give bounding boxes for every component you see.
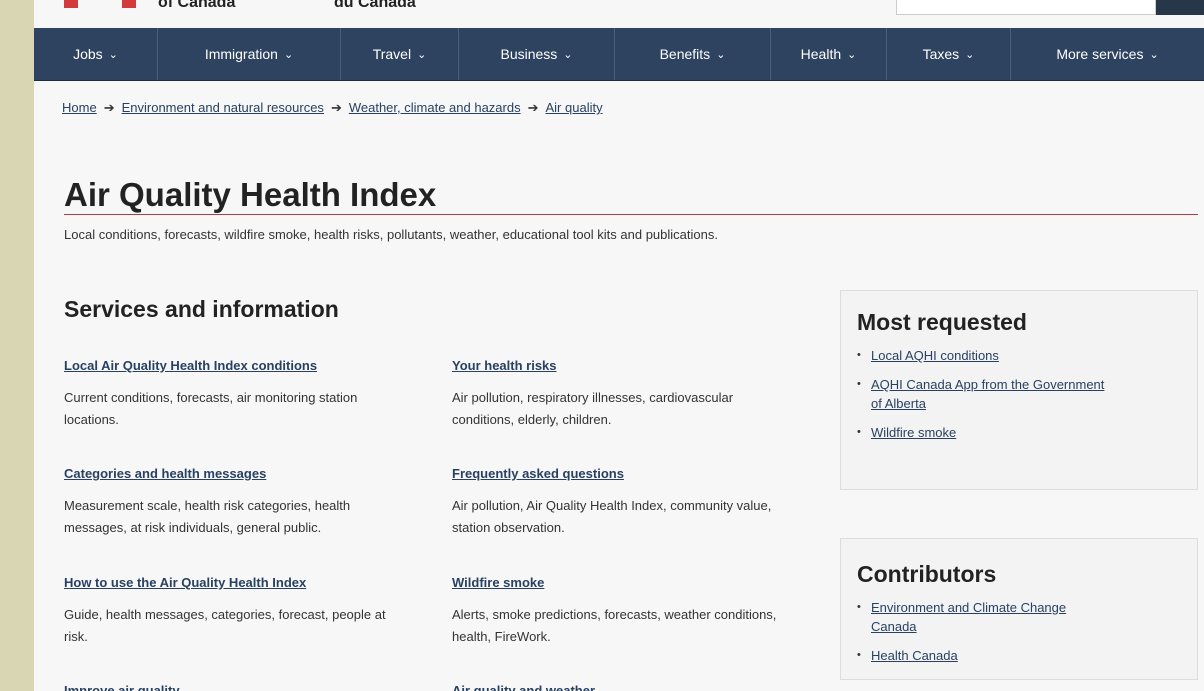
- arrow-right-icon: ➔: [527, 100, 539, 115]
- contributor-link[interactable]: Environment and Climate Change Canada: [871, 600, 1066, 634]
- contributors-heading: Contributors: [857, 561, 997, 587]
- menu-item-taxes[interactable]: Taxes ⌄: [887, 28, 1011, 80]
- menu-item-health[interactable]: Health ⌄: [771, 28, 887, 80]
- page-subtitle: Local conditions, forecasts, wildfire sm…: [64, 227, 718, 242]
- chevron-down-icon: ⌄: [563, 48, 573, 61]
- title-divider: [64, 214, 1198, 215]
- service-description: Alerts, smoke predictions, forecasts, we…: [452, 607, 777, 644]
- chevron-down-icon: ⌄: [716, 48, 726, 61]
- service-description: Current conditions, forecasts, air monit…: [64, 390, 358, 427]
- chevron-down-icon: ⌄: [847, 48, 857, 61]
- government-signature-fr: du Canada: [334, 0, 416, 11]
- service-item: How to use the Air Quality Health Index …: [64, 575, 404, 648]
- menu-item-label: Business: [500, 46, 558, 62]
- menu-item-immigration[interactable]: Immigration ⌄: [158, 28, 341, 80]
- most-requested-item: Local AQHI conditions: [857, 346, 1181, 365]
- menu-item-travel[interactable]: Travel ⌄: [341, 28, 459, 80]
- search-input[interactable]: [896, 0, 1156, 15]
- chevron-down-icon: ⌄: [283, 48, 294, 61]
- services-heading: Services and information: [64, 296, 339, 322]
- main-menu: Jobs ⌄ Immigration ⌄ Travel ⌄ Business ⌄ Benefit…: [34, 28, 1204, 81]
- most-requested-link[interactable]: Wildfire smoke: [871, 425, 956, 440]
- service-item: Your health risks Air pollution, respira…: [452, 358, 792, 431]
- page-title: Air Quality Health Index: [64, 176, 437, 213]
- service-description: Guide, health messages, categories, fore…: [64, 607, 386, 644]
- breadcrumb-home[interactable]: Home: [62, 100, 97, 115]
- service-item: Air quality and weather: [452, 683, 792, 691]
- service-item: Local Air Quality Health Index condition…: [64, 358, 404, 431]
- most-requested-heading: Most requested: [857, 309, 1027, 335]
- service-description: Air pollution, Air Quality Health Index,…: [452, 498, 772, 535]
- arrow-right-icon: ➔: [330, 100, 342, 115]
- service-link[interactable]: Your health risks: [452, 358, 792, 373]
- menu-item-label: Taxes: [922, 46, 960, 62]
- chevron-down-icon: ⌄: [965, 48, 975, 61]
- service-link[interactable]: How to use the Air Quality Health Index: [64, 575, 404, 590]
- flag-icon: [64, 0, 78, 8]
- service-item: Frequently asked questions Air pollution…: [452, 466, 792, 539]
- service-description: Measurement scale, health risk categorie…: [64, 498, 351, 535]
- service-item: Wildfire smoke Alerts, smoke predictions…: [452, 575, 792, 648]
- chevron-down-icon: ⌄: [108, 48, 118, 61]
- service-link[interactable]: Categories and health messages: [64, 466, 404, 481]
- service-item: Categories and health messages Measureme…: [64, 466, 404, 539]
- service-link[interactable]: Air quality and weather: [452, 683, 792, 691]
- menu-item-label: Jobs: [73, 46, 103, 62]
- arrow-right-icon: ➔: [103, 100, 115, 115]
- chevron-down-icon: ⌄: [417, 48, 427, 61]
- service-item: Improve air quality: [64, 683, 404, 691]
- menu-item-label: Travel: [372, 46, 412, 62]
- menu-item-label: More services: [1056, 46, 1144, 62]
- contributor-link[interactable]: Health Canada: [871, 648, 958, 663]
- breadcrumb: Home ➔ Environment and natural resources ➔ W…: [62, 100, 603, 116]
- page: of Canada du Canada Jobs ⌄ Immigration ⌄ Tra…: [34, 0, 1204, 691]
- service-description: Air pollution, respiratory illnesses, ca…: [452, 390, 734, 427]
- most-requested-link[interactable]: Local AQHI conditions: [871, 348, 999, 363]
- breadcrumb-environment[interactable]: Environment and natural resources: [122, 100, 324, 115]
- menu-item-jobs[interactable]: Jobs ⌄: [34, 28, 158, 80]
- government-signature-en: of Canada: [158, 0, 236, 11]
- contributor-item: Environment and Climate Change Canada: [857, 598, 1111, 636]
- service-link[interactable]: Wildfire smoke: [452, 575, 792, 590]
- contributor-item: Health Canada: [857, 646, 1181, 665]
- service-link[interactable]: Local Air Quality Health Index condition…: [64, 358, 404, 373]
- breadcrumb-air-quality[interactable]: Air quality: [546, 100, 603, 115]
- most-requested-panel: Most requested Local AQHI conditions AQH…: [840, 290, 1198, 490]
- contributors-panel: Contributors Environment and Climate Cha…: [840, 538, 1198, 680]
- most-requested-item: Wildfire smoke: [857, 423, 1181, 442]
- menu-item-label: Benefits: [659, 46, 711, 62]
- chevron-down-icon: ⌄: [1149, 48, 1159, 61]
- menu-item-benefits[interactable]: Benefits ⌄: [615, 28, 771, 80]
- service-link[interactable]: Improve air quality: [64, 683, 404, 691]
- menu-item-label: Immigration: [204, 46, 278, 62]
- menu-item-business[interactable]: Business ⌄: [459, 28, 615, 80]
- most-requested-link[interactable]: AQHI Canada App from the Government of A…: [871, 377, 1104, 411]
- menu-item-label: Health: [800, 46, 842, 62]
- most-requested-item: AQHI Canada App from the Government of A…: [857, 375, 1111, 413]
- breadcrumb-weather[interactable]: Weather, climate and hazards: [349, 100, 521, 115]
- service-link[interactable]: Frequently asked questions: [452, 466, 792, 481]
- top-header-strip: of Canada du Canada: [34, 0, 1204, 28]
- menu-item-more-services[interactable]: More services ⌄: [1011, 28, 1204, 80]
- search-button[interactable]: [1156, 0, 1204, 15]
- flag-icon: [122, 0, 136, 8]
